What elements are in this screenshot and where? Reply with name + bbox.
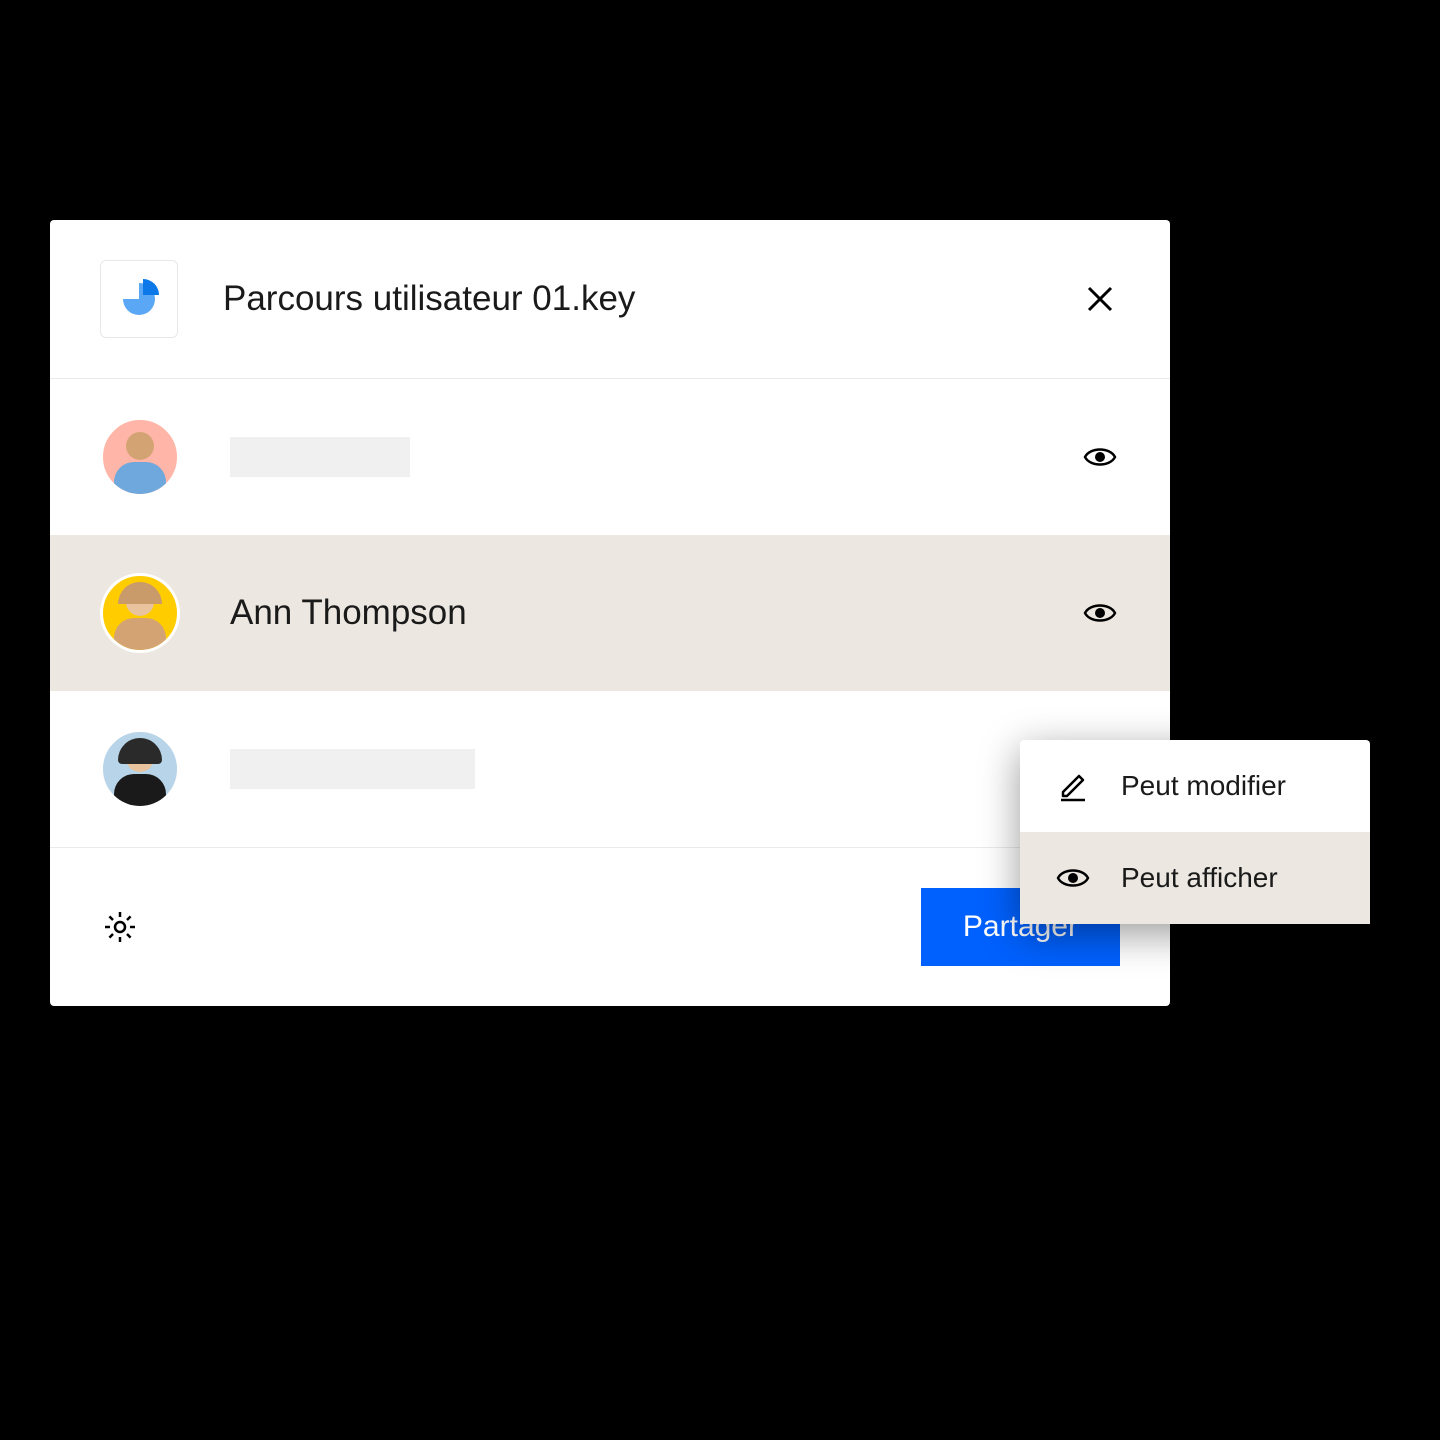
permission-dropdown: Peut modifier Peut afficher [1020, 740, 1370, 924]
eye-icon [1082, 439, 1118, 475]
user-row-selected[interactable]: Ann Thompson [50, 535, 1170, 691]
close-icon [1085, 284, 1115, 314]
redacted-name [230, 749, 475, 789]
user-name-placeholder [230, 437, 1030, 477]
share-dialog: Parcours utilisateur 01.key [50, 220, 1170, 1006]
pie-chart-icon [119, 279, 159, 319]
dropdown-item-label: Peut afficher [1121, 862, 1278, 894]
user-row[interactable] [50, 379, 1170, 535]
dropdown-item-edit[interactable]: Peut modifier [1020, 740, 1370, 832]
avatar [100, 573, 180, 653]
user-name: Ann Thompson [230, 593, 1030, 633]
redacted-name [230, 437, 410, 477]
avatar [100, 729, 180, 809]
permission-button[interactable] [1080, 593, 1120, 633]
dialog-header: Parcours utilisateur 01.key [50, 220, 1170, 379]
user-row[interactable] [50, 691, 1170, 847]
dialog-footer: Partager [50, 847, 1170, 1006]
permission-button[interactable] [1080, 437, 1120, 477]
pencil-icon [1055, 768, 1091, 804]
file-title: Parcours utilisateur 01.key [223, 279, 1035, 319]
settings-button[interactable] [100, 907, 140, 947]
close-button[interactable] [1080, 279, 1120, 319]
file-type-icon [100, 260, 178, 338]
user-name-placeholder [230, 749, 1030, 789]
eye-icon [1055, 860, 1091, 896]
dropdown-item-label: Peut modifier [1121, 770, 1286, 802]
gear-icon [103, 910, 137, 944]
user-list: Ann Thompson [50, 379, 1170, 847]
eye-icon [1082, 595, 1118, 631]
avatar [100, 417, 180, 497]
dropdown-item-view[interactable]: Peut afficher [1020, 832, 1370, 924]
